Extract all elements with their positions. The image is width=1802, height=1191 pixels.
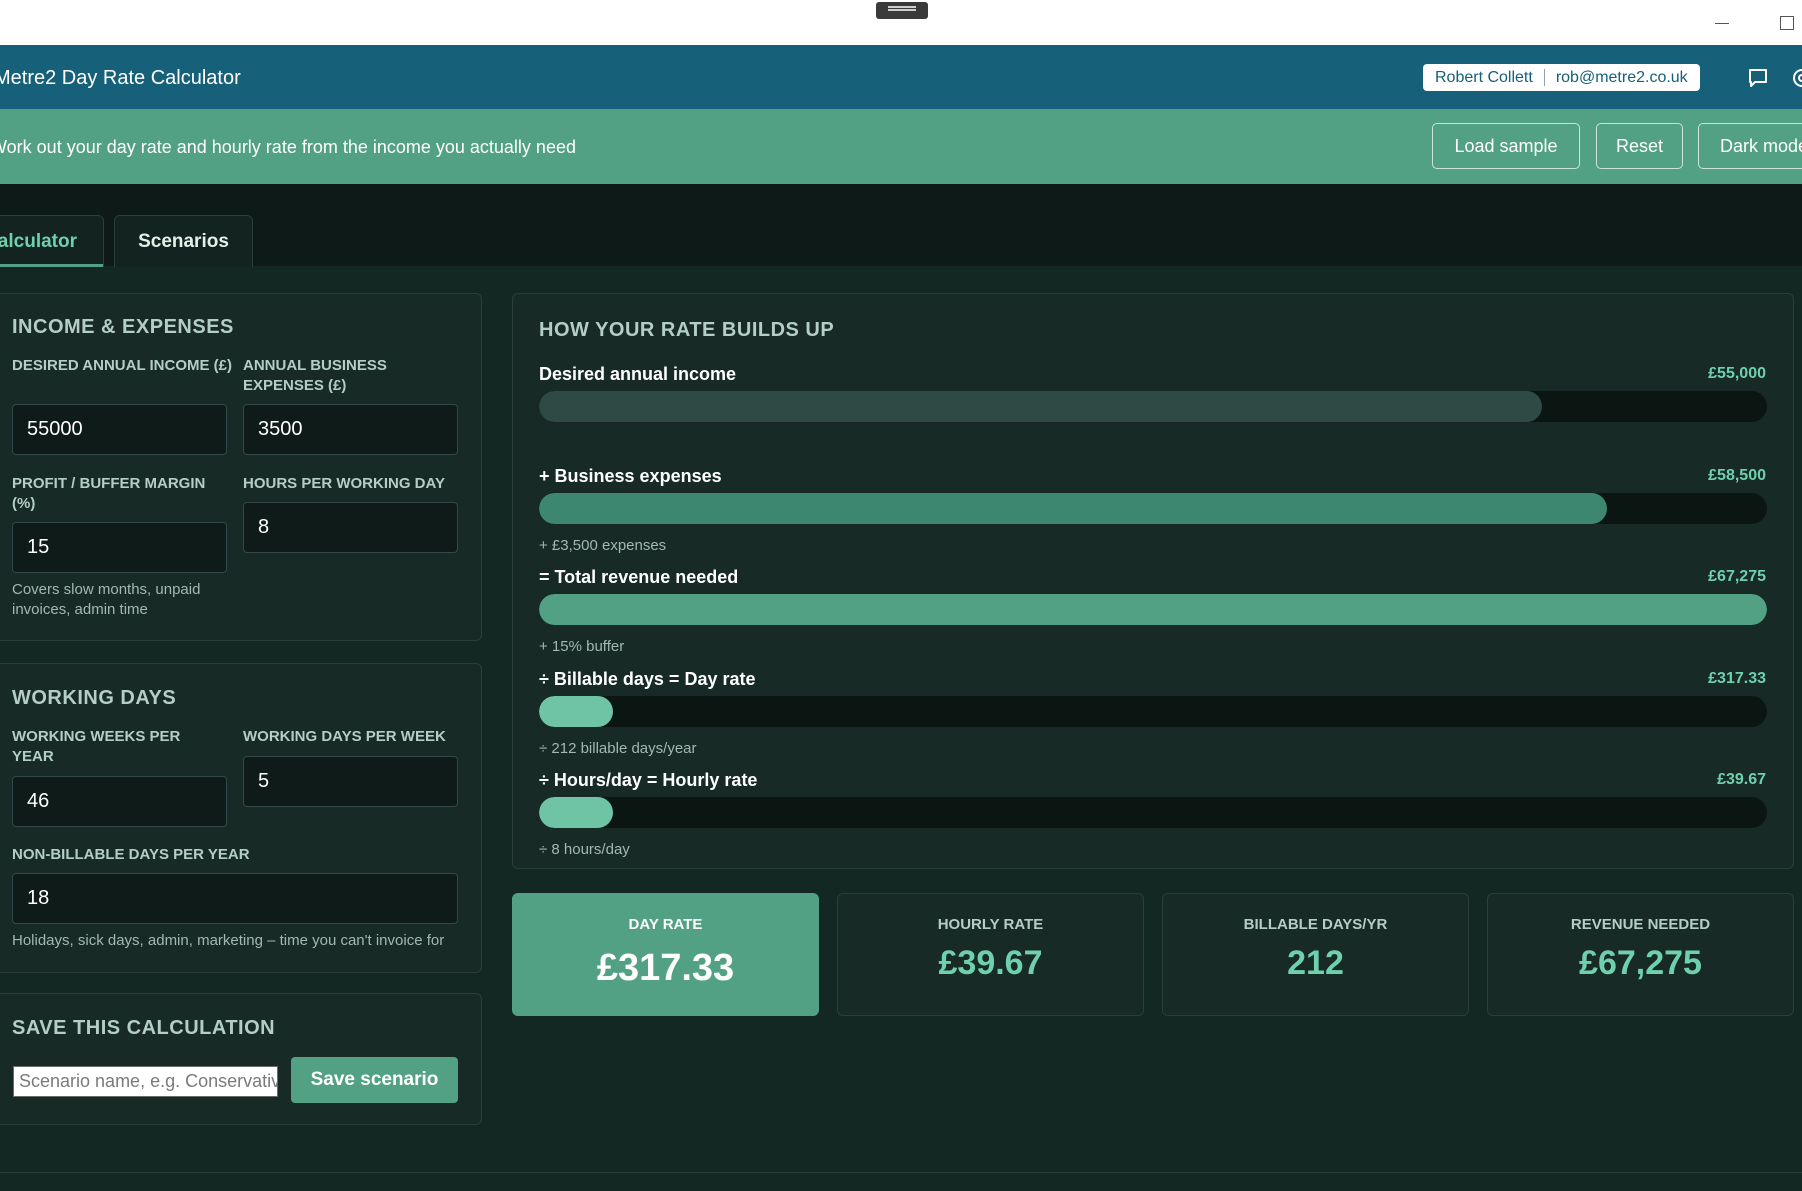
breakdown-row-value: £55,000 [1708,365,1766,382]
breakdown-row-value: £39.67 [1717,771,1766,788]
working-days-title: WORKING DAYS [12,687,177,709]
non-billable-days-hint: Holidays, sick days, admin, marketing – … [12,932,445,949]
scenario-name-input[interactable]: Scenario name, e.g. Conservative [13,1066,278,1097]
breakdown-row-value: £67,275 [1708,568,1766,585]
non-billable-days-label: NON-BILLABLE DAYS PER YEAR [12,846,250,863]
revenue-needed-card: REVENUE NEEDED £67,275 [1487,893,1794,1016]
business-expenses-input[interactable]: 3500 [243,404,458,455]
breakdown-bar-track [539,695,1767,727]
billable-days-card: BILLABLE DAYS/YR 212 [1162,893,1469,1016]
user-badge-divider [1543,69,1545,86]
breakdown-bar-fill [539,594,1767,625]
stat-value: £39.67 [938,944,1043,982]
minimize-icon[interactable] [1707,14,1737,34]
breakdown-row-label: + Business expenses [539,465,722,486]
hourly-rate-card: HOURLY RATE £39.67 [837,893,1144,1016]
subheader-bar: Work out your day rate and hourly rate f… [0,109,1802,184]
stat-label: REVENUE NEEDED [1570,916,1711,933]
tab-scenarios[interactable]: Scenarios [114,215,253,267]
window-drag-handle[interactable] [876,2,928,19]
hours-per-day-input[interactable]: 8 [243,502,458,553]
working-days-per-week-label: WORKING DAYS PER WEEK [243,728,446,745]
day-rate-card: DAY RATE £317.33 [512,893,819,1016]
breakdown-row-label: = Total revenue needed [539,567,739,587]
tab-bar: Calculator Scenarios [0,184,1802,267]
breakdown-bar-track [539,594,1767,625]
reset-button[interactable]: Reset [1596,123,1683,169]
rate-breakdown-title: HOW YOUR RATE BUILDS UP [539,319,835,341]
income-expenses-title: INCOME & EXPENSES [12,316,234,338]
save-scenario-button[interactable]: Save scenario [291,1057,458,1103]
desired-income-input[interactable]: 55000 [12,404,227,455]
tagline: Work out your day rate and hourly rate f… [0,137,576,157]
stat-value: £67,275 [1579,944,1702,982]
hours-per-day-label: HOURS PER WORKING DAY [243,475,445,492]
breakdown-row-note: + £3,500 expenses [539,536,667,554]
save-calculation-title: SAVE THIS CALCULATION [12,1017,276,1039]
breakdown-bar-track [539,492,1767,524]
breakdown-row-value: £58,500 [1708,466,1766,484]
breakdown-bar-fill [539,695,613,727]
working-weeks-label: WORKING WEEKS PER YEAR [12,728,181,765]
maximize-icon[interactable] [1772,14,1802,34]
stat-label: HOURLY RATE [937,916,1044,933]
breakdown-bar-fill [539,492,1608,524]
breakdown-bar-fill [539,391,1543,422]
chat-bubble-icon[interactable] [1747,67,1769,94]
breakdown-row-value: £317.33 [1708,669,1766,687]
stat-value: £317.33 [596,947,735,989]
tab-calculator[interactable]: Calculator [0,215,104,267]
breakdown-bar-track [539,797,1767,828]
breakdown-row-label: ÷ Billable days = Day rate [539,668,756,689]
breakdown-row-label: ÷ Hours/day = Hourly rate [539,770,758,790]
stat-label: DAY RATE [628,916,703,933]
working-weeks-input[interactable]: 46 [12,776,227,827]
working-days-per-week-input[interactable]: 5 [243,756,458,807]
gear-icon[interactable] [1790,65,1802,96]
breakdown-row-note: ÷ 212 billable days/year [539,739,697,757]
breakdown-row-note: ÷ 8 hours/day [539,841,630,858]
stat-label: BILLABLE DAYS/YR [1243,916,1388,933]
non-billable-days-input[interactable]: 18 [12,873,458,924]
load-sample-button[interactable]: Load sample [1432,123,1580,169]
user-email: rob@metre2.co.uk [1555,68,1688,86]
buffer-margin-hint: Covers slow months, unpaid invoices, adm… [12,581,201,618]
stat-value: 212 [1287,944,1344,982]
breakdown-bar-track [539,391,1767,422]
buffer-margin-label: PROFIT / BUFFER MARGIN (%) [12,475,206,512]
user-badge[interactable]: Robert Collett rob@metre2.co.uk [1423,64,1700,91]
app-header: Metre2 Day Rate Calculator Robert Collet… [0,45,1802,109]
breakdown-row-label: Desired annual income [539,364,737,384]
breakdown-bar-fill [539,797,613,828]
desired-income-label: DESIRED ANNUAL INCOME (£) [12,357,233,374]
buffer-margin-input[interactable]: 15 [12,522,227,573]
breakdown-row-note: + 15% buffer [539,638,625,655]
business-expenses-label: ANNUAL BUSINESS EXPENSES (£) [243,357,387,394]
bottom-divider [0,1172,1802,1173]
user-name: Robert Collett [1435,68,1533,86]
dark-mode-button[interactable]: Dark mode [1698,123,1802,169]
app-title: Metre2 Day Rate Calculator [0,67,241,89]
window-title-bar [0,0,1802,46]
